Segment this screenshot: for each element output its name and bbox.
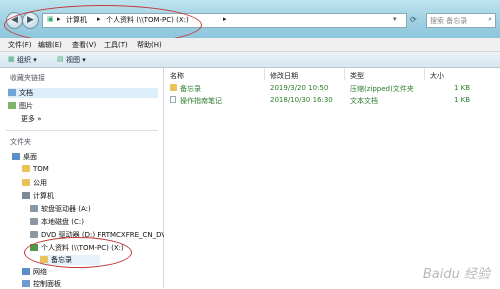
views-icon: ▤ xyxy=(57,55,64,63)
file-date: 2019/3/20 10:50 xyxy=(270,84,329,92)
column-type[interactable]: 类型 xyxy=(350,71,364,81)
tree-network[interactable]: 网络 xyxy=(22,267,47,277)
tree-network-drive[interactable]: 个人资料 (\\TOM-PC) (X:) xyxy=(30,243,124,253)
breadcrumb-separator-icon: ▸ xyxy=(57,15,61,23)
network-icon xyxy=(22,268,30,275)
tree-public[interactable]: 公用 xyxy=(22,178,47,188)
menu-file[interactable]: 文件(F) xyxy=(8,40,32,50)
breadcrumb-computer[interactable]: 计算机 xyxy=(66,15,87,25)
pictures-icon xyxy=(8,102,16,109)
back-button[interactable]: ◀ xyxy=(6,12,23,29)
refresh-icon[interactable]: ⟳ xyxy=(410,15,417,24)
menu-edit[interactable]: 编辑(E) xyxy=(38,40,62,50)
file-name: 备忘录 xyxy=(180,85,201,93)
favorite-more[interactable]: 更多 » xyxy=(21,114,42,124)
column-date[interactable]: 修改日期 xyxy=(270,71,298,81)
file-name: 操作指南笔记 xyxy=(180,97,222,105)
disk-icon xyxy=(30,218,38,225)
file-row[interactable]: 操作指南笔记 2018/10/30 16:30 文本文档 1 KB xyxy=(164,95,500,106)
column-separator[interactable] xyxy=(264,68,265,80)
command-toolbar: ▦ 组织 ▾ ▤ 视图 ▾ xyxy=(0,52,500,68)
user-folder-icon xyxy=(22,165,30,172)
folder-icon xyxy=(40,256,48,263)
forward-button[interactable]: ▶ xyxy=(22,12,39,29)
tree-computer[interactable]: 计算机 xyxy=(22,191,54,201)
menu-bar: 文件(F) 编辑(E) 查看(V) 工具(T) 帮助(H) xyxy=(0,38,500,52)
menu-help[interactable]: 帮助(H) xyxy=(137,40,162,50)
tree-desktop[interactable]: 桌面 xyxy=(12,152,37,162)
organize-button[interactable]: 组织 ▾ xyxy=(17,55,37,65)
network-drive-icon xyxy=(30,244,38,251)
search-input[interactable]: 搜索 备忘录 ⌕ xyxy=(426,13,496,28)
column-separator[interactable] xyxy=(344,68,345,80)
file-size: 1 KB xyxy=(454,84,471,92)
dvd-icon xyxy=(30,231,38,238)
tree-tom[interactable]: TOM xyxy=(22,165,49,173)
divider xyxy=(6,130,158,131)
floppy-icon xyxy=(30,205,38,212)
menu-view[interactable]: 查看(V) xyxy=(72,40,96,50)
tree-local-disk[interactable]: 本地磁盘 (C:) xyxy=(30,217,84,227)
file-size: 1 KB xyxy=(454,96,471,104)
breadcrumb-separator-icon: ▸ xyxy=(223,15,227,23)
address-dropdown-icon[interactable]: ▾ xyxy=(393,15,397,23)
views-button[interactable]: 视图 ▾ xyxy=(66,55,86,65)
breadcrumb-drive[interactable]: 个人资料 (\\TOM-PC) (X:) xyxy=(106,15,189,25)
control-panel-icon xyxy=(22,280,30,287)
back-arrow-icon: ◀ xyxy=(11,15,18,25)
folders-heading[interactable]: 文件夹 xyxy=(10,137,31,147)
breadcrumb-separator-icon: ▸ xyxy=(97,15,101,23)
column-size[interactable]: 大小 xyxy=(430,71,444,81)
file-type: 文本文档 xyxy=(350,97,378,105)
organize-icon: ▦ xyxy=(8,55,15,63)
computer-icon: ▣ xyxy=(47,15,54,23)
tree-dvd[interactable]: DVD 驱动器 (D:) FRTMCXFRE_CN_DVI xyxy=(30,230,168,240)
favorites-heading: 收藏夹链接 xyxy=(10,74,45,82)
folder-icon xyxy=(22,179,30,186)
tree-memo[interactable]: 备忘录 xyxy=(40,255,100,265)
file-type: 压缩(zipped)文件夹 xyxy=(350,85,414,93)
documents-icon xyxy=(8,89,16,96)
forward-arrow-icon: ▶ xyxy=(27,15,34,25)
desktop-icon xyxy=(12,153,20,160)
menu-tools[interactable]: 工具(T) xyxy=(104,40,128,50)
favorite-documents[interactable]: 文档 xyxy=(8,88,158,98)
zip-folder-icon xyxy=(170,84,177,93)
watermark-logo: Baidu 经验 xyxy=(422,267,490,282)
address-input[interactable]: ▣ ▸ 计算机 ▸ 个人资料 (\\TOM-PC) (X:) ▸ ▾ xyxy=(42,13,407,28)
column-name[interactable]: 名称 xyxy=(170,71,184,81)
computer-icon xyxy=(22,192,30,199)
favorite-pictures[interactable]: 图片 xyxy=(8,101,33,111)
tree-floppy[interactable]: 软盘驱动器 (A:) xyxy=(30,204,91,214)
file-list: 名称 修改日期 类型 大小 备忘录 2019/3/20 10:50 压缩(zip… xyxy=(164,68,500,288)
search-icon: ⌕ xyxy=(488,15,492,23)
file-date: 2018/10/30 16:30 xyxy=(270,96,333,104)
column-separator[interactable] xyxy=(424,68,425,80)
file-row[interactable]: 备忘录 2019/3/20 10:50 压缩(zipped)文件夹 1 KB xyxy=(164,83,500,94)
address-bar-area: ◀ ▶ ▣ ▸ 计算机 ▸ 个人资料 (\\TOM-PC) (X:) ▸ ▾ ⟳… xyxy=(0,0,500,45)
text-file-icon xyxy=(170,96,176,105)
navigation-pane: 收藏夹链接 文档 图片 更多 » 文件夹 桌面 TOM 公用 计算机 软盘驱动器… xyxy=(0,68,168,288)
